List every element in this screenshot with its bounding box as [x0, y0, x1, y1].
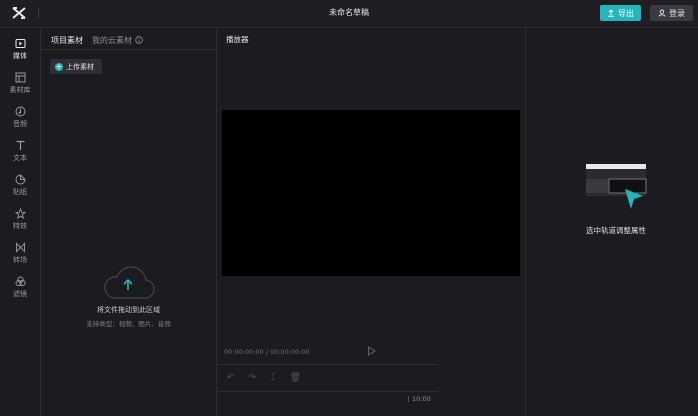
transition-icon: [15, 242, 25, 253]
split-icon[interactable]: ⌶: [270, 373, 275, 383]
top-bar: 未命名草稿 导出 登录: [0, 0, 698, 28]
timeline-toolbar: ↶ ↷ ⌶ 🗑: [227, 373, 301, 383]
sidebar-item-label: 素材库: [9, 86, 31, 94]
audio-icon: [15, 106, 25, 117]
drop-zone-title: 将文件拖动到此区域: [97, 306, 160, 314]
properties-panel: 选中轨道调整属性: [526, 28, 698, 416]
tab-label: 我的云素材: [92, 35, 132, 45]
sidebar: 媒体 素材库 音频 文本 贴纸 特效 转场 滤镜: [0, 28, 41, 416]
tab-cloud-media[interactable]: 我的云素材: [92, 33, 143, 47]
project-title: 未命名草稿: [329, 8, 369, 17]
play-icon[interactable]: [367, 346, 376, 356]
video-preview[interactable]: [222, 110, 520, 276]
properties-hint: 选中轨道调整属性: [586, 226, 646, 235]
player-title: 播放器: [226, 35, 249, 44]
ruler-tick: [408, 396, 409, 402]
sidebar-item-transition[interactable]: 转场: [0, 242, 40, 272]
export-button[interactable]: 导出: [600, 5, 641, 21]
undo-icon[interactable]: ↶: [227, 373, 235, 383]
sidebar-item-label: 音频: [13, 120, 27, 128]
ruler-label: 10:00: [412, 395, 431, 403]
user-icon: [658, 9, 666, 17]
delete-icon[interactable]: 🗑: [290, 373, 301, 383]
effects-icon: [14, 208, 26, 219]
login-button[interactable]: 登录: [650, 5, 693, 21]
library-icon: [15, 72, 25, 83]
sidebar-item-label: 转场: [13, 256, 27, 264]
sidebar-item-label: 特效: [13, 222, 27, 230]
media-tabs: 项目素材 我的云素材: [51, 33, 143, 47]
sidebar-item-label: 滤镜: [13, 290, 27, 298]
sidebar-item-text[interactable]: 文本: [0, 140, 40, 170]
player-panel: 播放器 00:00:00:00 / 00:00:00:00 ↶ ↷ ⌶ 🗑 10…: [217, 28, 526, 416]
tab-project-media[interactable]: 项目素材: [51, 33, 83, 47]
sidebar-item-effects[interactable]: 特效: [0, 208, 40, 238]
sidebar-item-audio[interactable]: 音频: [0, 106, 40, 136]
timecode: 00:00:00:00 / 00:00:00:00: [224, 348, 310, 356]
sidebar-item-label: 文本: [13, 154, 27, 162]
media-icon: [15, 39, 25, 48]
timeline-ruler: [217, 391, 439, 392]
sidebar-item-library[interactable]: 素材库: [0, 72, 40, 102]
upload-label: 上传素材: [66, 62, 94, 71]
sidebar-item-media[interactable]: 媒体: [0, 38, 40, 68]
text-icon: [16, 140, 24, 150]
sidebar-item-sticker[interactable]: 贴纸: [0, 174, 40, 204]
divider: [217, 364, 439, 365]
plus-icon: +: [55, 61, 63, 71]
tab-label: 项目素材: [51, 35, 83, 45]
info-icon[interactable]: [135, 36, 143, 44]
sticker-icon: [15, 174, 26, 185]
upload-icon: [608, 9, 614, 17]
redo-icon[interactable]: ↷: [249, 373, 257, 383]
export-label: 导出: [618, 8, 634, 18]
sidebar-item-label: 媒体: [13, 52, 27, 60]
sidebar-item-filter[interactable]: 滤镜: [0, 276, 40, 306]
cloud-upload-icon[interactable]: [100, 264, 156, 302]
media-panel: 项目素材 我的云素材 + 上传素材 将文件拖动到此区域 支持类型：视频、图片、音…: [41, 28, 217, 416]
login-label: 登录: [669, 8, 685, 18]
tab-underline-divider: [41, 49, 216, 50]
sidebar-item-label: 贴纸: [13, 188, 27, 196]
filter-icon: [15, 276, 25, 287]
track-select-illustration: [586, 164, 647, 209]
drop-zone-subtitle: 支持类型：视频、图片、音频: [86, 320, 171, 328]
upload-media-button[interactable]: + 上传素材: [50, 59, 102, 74]
